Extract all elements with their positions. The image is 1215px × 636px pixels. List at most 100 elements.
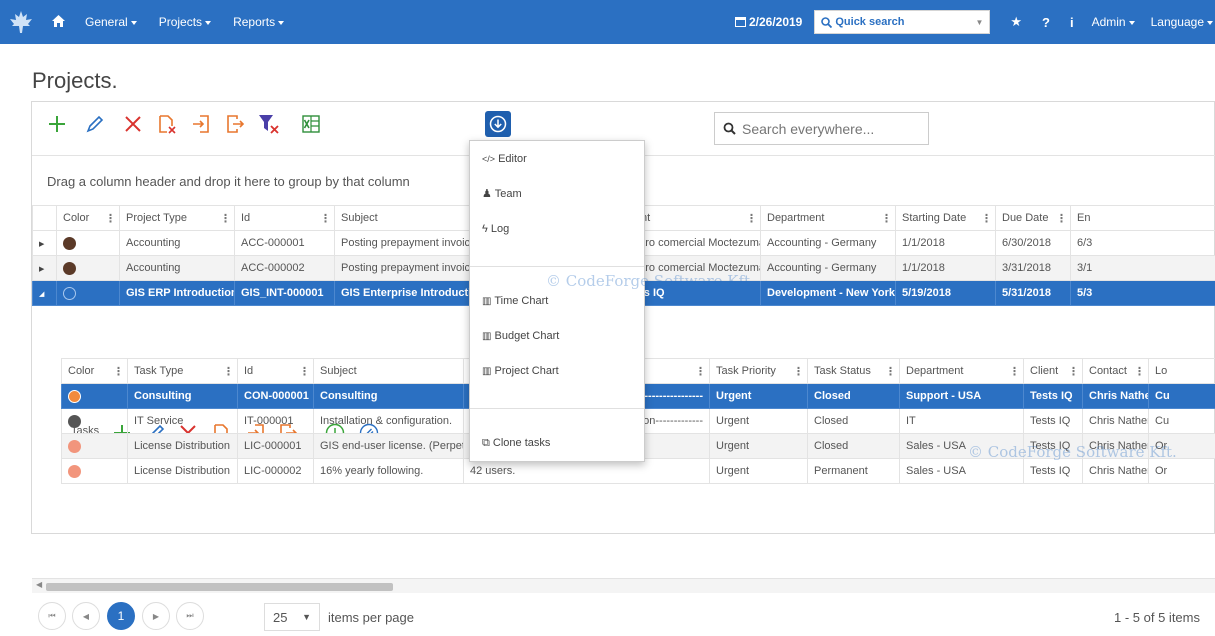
home-icon[interactable] [52, 15, 65, 30]
add-icon[interactable] [46, 113, 68, 135]
import-icon[interactable] [190, 113, 212, 135]
previous-page-icon[interactable]: ◀ [72, 602, 100, 630]
export-icon[interactable] [224, 113, 246, 135]
admin-menu[interactable]: Admin [1092, 15, 1135, 29]
column-menu-icon[interactable]: ⋮ [746, 212, 756, 225]
column-header[interactable]: Task Priority⋮ [710, 359, 808, 384]
column-menu-icon[interactable]: ⋮ [1134, 365, 1144, 378]
column-menu-icon[interactable]: ⋮ [299, 365, 309, 378]
column-menu-icon[interactable]: ⋮ [320, 212, 330, 225]
expand-row-icon[interactable]: ▶ [33, 231, 57, 256]
department-cell: Sales - USA [900, 459, 1024, 484]
column-header[interactable]: Task Status⋮ [808, 359, 900, 384]
location-cell: Cu [1149, 384, 1215, 409]
column-header[interactable]: Id ⋮ [235, 206, 335, 231]
pager-info: 1 - 5 of 5 items [1114, 610, 1200, 625]
column-menu-icon[interactable]: ⋮ [105, 212, 115, 225]
group-by-drop-area[interactable]: Drag a column header and drop it here to… [47, 174, 410, 189]
edit-pencil-icon[interactable] [84, 113, 106, 135]
column-menu-icon[interactable]: ⋮ [793, 365, 803, 378]
column-header[interactable]: Task Type⋮ [128, 359, 238, 384]
page-size-select[interactable]: 25 ▼ [264, 603, 320, 631]
menu-item-team[interactable]: ♟ Team [482, 187, 522, 200]
column-menu-icon[interactable]: ⋮ [1009, 365, 1019, 378]
help-icon[interactable]: ? [1042, 15, 1050, 30]
column-menu-icon[interactable]: ⋮ [981, 212, 991, 225]
clone-icon: ⧉ [482, 437, 490, 449]
column-menu-icon[interactable]: ⋮ [223, 365, 233, 378]
column-header-label: Id [241, 212, 250, 224]
column-menu-icon[interactable]: ⋮ [881, 212, 891, 225]
column-menu-icon[interactable]: ⋮ [220, 212, 230, 225]
menu-item-log[interactable]: ϟ Log [482, 223, 509, 235]
menu-item-budget-chart[interactable]: ▥ Budget Chart [482, 330, 559, 342]
column-header[interactable]: Subject [314, 359, 464, 384]
column-header-label: Due Date [1002, 212, 1048, 224]
page-size-value: 25 [273, 610, 287, 625]
due-date-cell: 6/30/2018 [996, 231, 1071, 256]
menu-item-editor[interactable]: </> Editor [482, 153, 527, 165]
excel-export-icon[interactable] [300, 113, 322, 135]
quick-search-input[interactable]: Quick search ▼ [814, 10, 990, 34]
dropdown-arrow-icon[interactable]: ▼ [975, 18, 983, 27]
caret-down-icon [278, 21, 284, 25]
expand-row-icon[interactable]: ▶ [33, 256, 57, 281]
column-header[interactable]: Color⋮ [62, 359, 128, 384]
department-cell: Accounting - Germany [761, 256, 896, 281]
color-dot [68, 465, 81, 478]
column-menu-icon[interactable]: ⋮ [113, 365, 123, 378]
column-header[interactable]: Department⋮ [900, 359, 1024, 384]
nav-projects-menu[interactable]: Projects [159, 15, 211, 29]
column-header[interactable]: Due Date ⋮ [996, 206, 1071, 231]
page-1-button[interactable]: 1 [107, 602, 135, 630]
column-menu-icon[interactable]: ⋮ [1056, 212, 1066, 225]
nav-reports-menu[interactable]: Reports [233, 15, 284, 29]
clear-filter-icon[interactable] [258, 113, 280, 135]
menu-item-clone-tasks[interactable]: ⧉ Clone tasks [482, 437, 550, 450]
column-header[interactable]: Starting Date⋮ [896, 206, 996, 231]
id-cell: LIC-000002 [238, 459, 314, 484]
column-header[interactable]: Color⋮ [57, 206, 120, 231]
task-status-cell: Permanent [808, 459, 900, 484]
column-menu-icon[interactable]: ⋮ [885, 365, 895, 378]
color-cell [57, 231, 120, 256]
menu-item-project-chart[interactable]: ▥ Project Chart [482, 365, 559, 377]
menu-divider [470, 266, 644, 267]
more-actions-download-button[interactable] [485, 111, 511, 137]
column-header[interactable]: Contact⋮ [1083, 359, 1149, 384]
next-page-icon[interactable]: ▶ [142, 602, 170, 630]
column-menu-icon[interactable]: ⋮ [1068, 365, 1078, 378]
horizontal-scrollbar[interactable]: ◀ [32, 578, 1215, 593]
column-header[interactable]: En [1071, 206, 1215, 231]
last-page-icon[interactable]: ⏭ [176, 602, 204, 630]
task-type-cell: License Distribution [128, 434, 238, 459]
language-menu[interactable]: Language [1151, 15, 1213, 29]
favorites-star-icon[interactable]: ★ [1010, 14, 1022, 30]
column-header[interactable]: Client⋮ [1024, 359, 1083, 384]
nav-general-menu[interactable]: General [85, 15, 137, 29]
delete-document-icon[interactable] [156, 113, 178, 135]
collapse-row-icon[interactable]: ◢ [33, 281, 57, 306]
column-header[interactable]: Project Type ⋮ [120, 206, 235, 231]
search-everywhere-field[interactable] [714, 112, 929, 145]
info-icon[interactable]: i [1070, 15, 1074, 30]
end-date-cell: 6/3 [1071, 231, 1215, 256]
column-menu-icon[interactable]: ⋮ [695, 365, 705, 378]
menu-item-label: Editor [498, 153, 527, 165]
column-header[interactable]: Lo [1149, 359, 1215, 384]
scrollbar-thumb[interactable] [46, 583, 393, 591]
menu-item-time-chart[interactable]: ▥ Time Chart [482, 295, 548, 307]
column-header[interactable]: Department⋮ [761, 206, 896, 231]
code-icon: </> [482, 154, 495, 164]
scroll-left-arrow-icon[interactable]: ◀ [36, 580, 42, 589]
search-everywhere-input[interactable] [742, 121, 922, 137]
delete-x-icon[interactable] [122, 113, 144, 135]
maple-leaf-logo-icon[interactable] [0, 0, 42, 44]
column-header[interactable]: Subject [335, 206, 485, 231]
table-row[interactable]: License Distribution LIC-000002 16% year… [62, 459, 1215, 484]
current-date[interactable]: 2/26/2019 [735, 15, 803, 29]
column-header-label: Project Type [126, 212, 187, 224]
first-page-icon[interactable]: ⏮ [38, 602, 66, 630]
starting-date-cell: 5/19/2018 [896, 281, 996, 306]
column-header[interactable]: Id⋮ [238, 359, 314, 384]
